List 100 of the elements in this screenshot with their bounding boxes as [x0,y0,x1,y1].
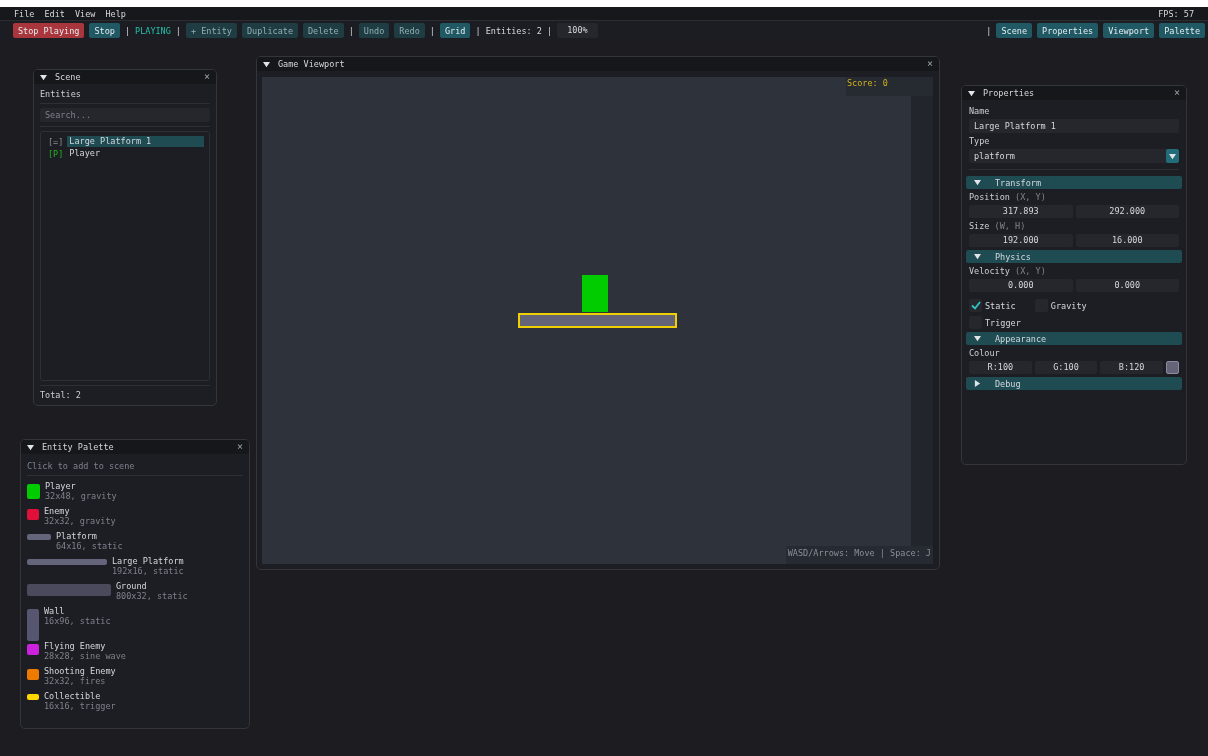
entity-detail: 16x16, trigger [44,701,116,711]
toolbar-button[interactable]: Grid [439,23,471,38]
entity-name: Enemy [44,506,71,516]
window-title: Game Viewport [278,59,346,69]
palette-item[interactable]: Platform 64x16, static [27,531,243,556]
field-label: Velocity (X, Y) [969,266,1047,276]
entity-item[interactable]: Player [67,148,204,159]
palette-item[interactable]: Large Platform 192x16, static [27,556,243,581]
section-label: Entities [40,89,82,99]
caret-icon[interactable] [974,380,981,387]
hint-text: Click to add to scene [27,461,136,471]
toolbar-button[interactable]: Viewport [1103,23,1155,38]
number-field[interactable]: B:120 [1100,361,1163,374]
separator-text: | [124,25,131,36]
palette-item[interactable]: Ground 800x32, static [27,581,243,606]
menu-item[interactable]: Edit [44,8,65,19]
number-field[interactable]: 317.893 [969,205,1073,218]
entity-detail: 32x32, gravity [44,516,116,526]
number-field[interactable]: G:100 [1034,361,1098,374]
entity-count: | Entities: 2 | [475,25,553,36]
palette-item[interactable]: Player 32x48, gravity [27,481,243,506]
caret-icon[interactable] [974,253,981,260]
close-button[interactable]: × [1173,88,1180,98]
separator-text: | [175,25,181,36]
entity-name: Ground [116,581,148,591]
close-button[interactable]: × [926,59,933,69]
number-field[interactable]: 16.000 [1075,234,1179,247]
field-label: Type [969,136,991,146]
check-icon [970,301,981,310]
entity-name: Shooting Enemy [44,666,116,676]
toolbar-button[interactable]: Scene [996,23,1033,38]
number-field[interactable]: 292.000 [1075,205,1179,218]
menu-item[interactable]: File [14,8,35,19]
section-header[interactable]: Appearance [966,332,1182,345]
field-label: Position (X, Y) [969,192,1047,202]
separator-text: | [429,25,435,36]
entity-name: Collectible [44,691,102,701]
collapse-icon[interactable] [27,443,34,451]
field-label: Size (W, H) [969,221,1027,231]
separator-text: | [986,25,992,36]
palette-item[interactable]: Enemy 32x32, gravity [27,506,243,531]
number-field[interactable]: 0.000 [969,279,1073,292]
checkbox-label: Gravity [1050,300,1087,311]
score-text: Score: 0 [846,77,933,96]
collapse-icon[interactable] [40,73,47,81]
zoom-field[interactable]: 100% [557,23,598,38]
palette-item[interactable]: Collectible 16x16, trigger [27,691,243,716]
toolbar-button[interactable]: Stop [89,23,120,38]
entity-name: Wall [44,606,66,616]
caret-icon[interactable] [974,335,981,342]
field-label: Name [969,106,991,116]
caret-icon[interactable] [974,179,981,186]
colour-swatch[interactable] [1166,361,1179,374]
type-dropdown[interactable]: platform [969,149,1179,163]
toolbar-button[interactable]: Properties [1037,23,1099,38]
window-title: Scene [55,72,82,82]
entity-name: Large Platform [112,556,184,566]
number-field[interactable]: 192.000 [969,234,1073,247]
window-title: Properties [983,88,1036,98]
collapse-icon[interactable] [968,89,975,97]
checkbox[interactable] [969,299,982,312]
search-field[interactable]: Search... [40,108,210,122]
entity-name: Platform [56,531,98,541]
collapse-icon[interactable] [263,60,270,68]
entity-detail: 192x16, static [112,566,184,576]
entity-tag: [P] [48,148,64,159]
entity-detail: 16x96, static [44,616,111,626]
entity-tag: [=] [48,136,64,147]
menu-item[interactable]: View [74,8,96,19]
number-field[interactable]: 0.000 [1075,279,1179,292]
palette-item[interactable]: Wall 16x96, static [27,606,243,641]
separator-text: | [348,25,354,36]
close-button[interactable]: × [236,442,243,452]
entity-name: Flying Enemy [44,641,107,651]
number-field[interactable]: R:100 [969,361,1032,374]
entity-detail: 32x48, gravity [45,491,117,501]
entity-detail: 32x32, fires [44,676,107,686]
checkbox-label: Trigger [985,317,1021,328]
total-count: Total: 2 [40,390,82,400]
field-label: Colour [969,348,1001,358]
close-button[interactable]: × [203,72,210,82]
dropdown-arrow-icon[interactable] [1169,152,1176,160]
section-header[interactable]: Debug [966,377,1182,390]
name-field[interactable]: Large Platform 1 [969,119,1179,133]
entity-name: Player [45,481,77,491]
entity-detail: 64x16, static [56,541,123,551]
section-header[interactable]: Transform [966,176,1182,189]
entity-item[interactable]: Large Platform 1 [67,136,204,147]
checkbox-label: Static [985,300,1016,311]
toolbar-button[interactable]: Palette [1159,23,1205,38]
entity-detail: 28x28, sine wave [44,651,126,661]
entity-detail: 800x32, static [116,591,188,601]
controls-hint: WASD/Arrows: Move | Space: J [785,546,933,564]
palette-item[interactable]: Flying Enemy 28x28, sine wave [27,641,243,666]
window-title: Entity Palette [42,442,115,452]
toolbar-button[interactable]: Stop Playing [13,23,85,38]
section-header[interactable]: Physics [966,250,1182,263]
menu-item[interactable]: Help [105,8,126,19]
fps-counter: FPS: 57 [1158,8,1194,19]
palette-item[interactable]: Shooting Enemy 32x32, fires [27,666,243,691]
